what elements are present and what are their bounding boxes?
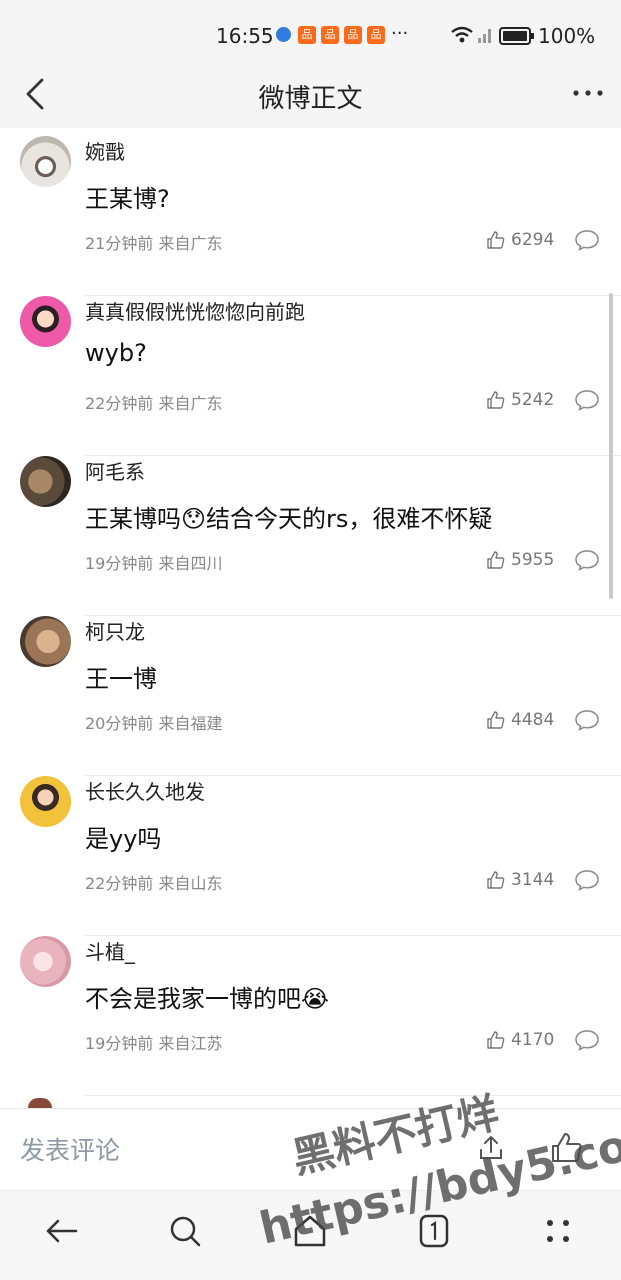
comment-username[interactable]: 阿毛系	[85, 456, 145, 485]
navigation-bar: 微博正文	[0, 60, 621, 128]
comment-item: 阿毛系 王某博吗😯结合今天的rs，很难不怀疑 19分钟前 来自四川 5955	[0, 456, 621, 616]
comment-location: 来自四川	[158, 554, 223, 573]
notification-app-icon: 品	[367, 26, 385, 44]
like-count: 4484	[511, 710, 555, 730]
comment-username[interactable]: 长长久久地发	[85, 776, 205, 805]
scrollbar[interactable]	[609, 293, 613, 599]
like-button[interactable]: 4484	[486, 708, 556, 734]
comment-meta: 19分钟前 来自四川	[85, 550, 222, 574]
comment-location: 来自福建	[158, 714, 223, 733]
like-button[interactable]: 5242	[486, 388, 556, 414]
comment-location: 来自广东	[158, 234, 223, 253]
status-overflow: ···	[391, 23, 409, 44]
comment-username[interactable]: 真真假假恍恍惚惚向前跑	[85, 296, 305, 325]
comment-item: 长长久久地发 是yy吗 22分钟前 来自山东 3144	[0, 776, 621, 936]
crying-emoji-icon: 😭	[301, 985, 330, 1013]
location-app-icon	[276, 27, 291, 42]
comment-meta: 19分钟前 来自江苏	[85, 1030, 222, 1054]
like-count: 3144	[511, 870, 555, 890]
system-navigation-bar	[0, 1190, 621, 1280]
like-count: 5955	[511, 550, 555, 570]
comment-item: 柯只龙 王一博 20分钟前 来自福建 4484	[0, 616, 621, 776]
comment-text: wyb?	[85, 339, 147, 367]
thumbs-up-icon	[487, 1031, 505, 1049]
comment-location: 来自山东	[158, 874, 223, 893]
comment-text: 王某博吗😯结合今天的rs，很难不怀疑	[85, 499, 492, 534]
notification-app-icon: 品	[321, 26, 339, 44]
thumbs-up-icon	[487, 711, 505, 729]
comment-username[interactable]: 柯只龙	[85, 616, 145, 645]
like-count: 4170	[511, 1030, 555, 1050]
comment-meta: 21分钟前 来自广东	[85, 230, 222, 254]
comment-input[interactable]: 发表评论	[20, 1131, 120, 1167]
comment-location: 来自广东	[158, 394, 223, 413]
status-bar: 16:55 品 品 品 品 ··· 100%	[0, 0, 621, 60]
more-options-icon[interactable]	[568, 78, 608, 108]
notification-app-icon: 品	[298, 26, 316, 44]
comment-location: 来自江苏	[158, 1034, 223, 1053]
comment-text: 王某博?	[85, 185, 170, 213]
comment-reply-icon[interactable]	[574, 388, 600, 412]
comment-time: 21分钟前	[85, 234, 154, 253]
comment-text: 是yy吗	[85, 825, 162, 853]
status-time: 16:55	[216, 24, 274, 48]
comment-item: 斗植_ 不会是我家一博的吧😭 19分钟前 来自江苏 4170	[0, 936, 621, 1096]
divider	[85, 1095, 621, 1096]
battery-percent: 100%	[538, 24, 596, 48]
comment-meta: 22分钟前 来自广东	[85, 390, 222, 414]
thumbs-up-icon	[487, 391, 505, 409]
like-count: 5242	[511, 390, 555, 410]
thumbs-up-icon[interactable]	[550, 1131, 584, 1165]
comment-time: 19分钟前	[85, 1034, 154, 1053]
menu-dots-icon[interactable]	[538, 1211, 578, 1251]
battery-icon	[499, 27, 534, 45]
avatar[interactable]	[20, 296, 71, 347]
share-icon[interactable]	[476, 1133, 506, 1163]
thumbs-up-icon	[487, 551, 505, 569]
comment-time: 19分钟前	[85, 554, 154, 573]
thumbs-up-icon	[487, 871, 505, 889]
home-icon[interactable]	[290, 1211, 330, 1251]
avatar[interactable]	[20, 616, 71, 667]
comment-reply-icon[interactable]	[574, 1028, 600, 1052]
comment-username[interactable]: 婉戬	[85, 136, 125, 165]
like-button[interactable]: 5955	[486, 548, 556, 574]
comment-time: 22分钟前	[85, 874, 154, 893]
comment-reply-icon[interactable]	[574, 708, 600, 732]
compose-bar: 发表评论	[0, 1108, 621, 1190]
comment-reply-icon[interactable]	[574, 548, 600, 572]
like-button[interactable]: 3144	[486, 868, 556, 894]
comment-reply-icon[interactable]	[574, 868, 600, 892]
like-button[interactable]: 4170	[486, 1028, 556, 1054]
tabs-icon[interactable]	[414, 1211, 454, 1251]
comment-reply-icon[interactable]	[574, 228, 600, 252]
avatar[interactable]	[20, 936, 71, 987]
avatar[interactable]	[20, 136, 71, 187]
search-icon[interactable]	[165, 1211, 205, 1251]
avatar[interactable]	[20, 456, 71, 507]
avatar[interactable]	[20, 776, 71, 827]
comment-username[interactable]: 斗植_	[85, 936, 135, 965]
comment-meta: 20分钟前 来自福建	[85, 710, 222, 734]
comment-item: 婉戬 王某博? 21分钟前 来自广东 6294	[0, 136, 621, 296]
comment-item: 真真假假恍恍惚惚向前跑 wyb? 22分钟前 来自广东 5242	[0, 296, 621, 456]
wifi-icon	[451, 26, 491, 43]
notification-app-icon: 品	[344, 26, 362, 44]
back-arrow-icon[interactable]	[42, 1211, 82, 1251]
comment-text-part: 不会是我家一博的吧	[85, 985, 301, 1013]
comment-text: 不会是我家一博的吧😭	[85, 979, 329, 1014]
page-title: 微博正文	[258, 84, 363, 114]
comment-meta: 22分钟前 来自山东	[85, 870, 222, 894]
comment-list: 婉戬 王某博? 21分钟前 来自广东 6294 真真假假恍恍惚惚向前跑 wyb?…	[0, 128, 621, 1108]
comment-time: 22分钟前	[85, 394, 154, 413]
comment-text-part: 结合今天的rs，很难不怀疑	[206, 505, 493, 533]
comment-text: 王一博	[85, 665, 157, 693]
comment-time: 20分钟前	[85, 714, 154, 733]
like-count: 6294	[511, 230, 555, 250]
thumbs-up-icon	[487, 231, 505, 249]
avatar	[28, 1098, 52, 1108]
surprised-emoji-icon: 😯	[181, 505, 207, 533]
like-button[interactable]: 6294	[486, 228, 556, 254]
comment-text-part: 王某博吗	[85, 505, 181, 533]
